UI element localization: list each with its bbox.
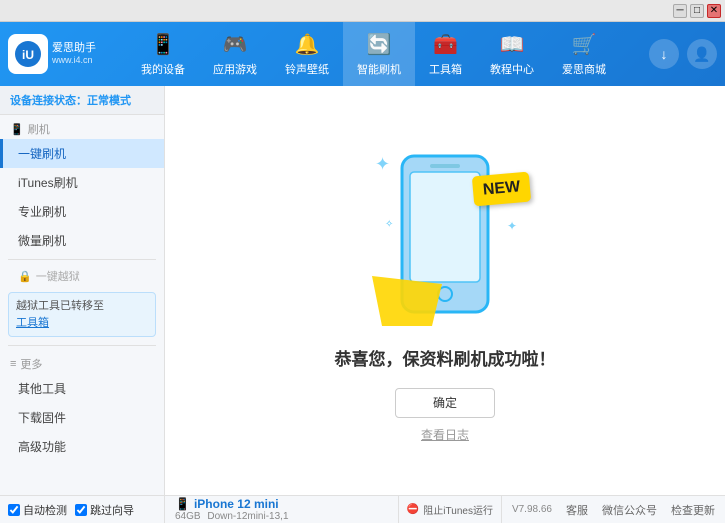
sidebar-divider-2: [8, 345, 156, 346]
sidebar-item-pro-flash[interactable]: 专业刷机: [0, 197, 164, 226]
confirm-button[interactable]: 确定: [395, 388, 495, 418]
nav-app-game[interactable]: 🎮 应用游戏: [199, 22, 271, 86]
sidebar-item-advanced[interactable]: 高级功能: [0, 432, 164, 461]
sidebar-item-micro-flash[interactable]: 微量刷机: [0, 226, 164, 255]
sparkle-2: ✦: [507, 219, 517, 233]
device-icon: 📱: [175, 497, 190, 511]
flash-section: 📱 刷机: [0, 115, 164, 139]
flash-icon: 🔄: [367, 32, 392, 57]
sidebar-item-download-fw[interactable]: 下载固件: [0, 403, 164, 432]
ringtone-icon: 🔔: [295, 32, 320, 57]
support-link[interactable]: 客服: [566, 502, 588, 518]
logo-icon: iU: [8, 34, 48, 74]
game-icon: 🎮: [223, 32, 248, 57]
ribbon: [367, 276, 447, 329]
sidebar-locked-jailbreak: 🔒 一键越狱: [0, 264, 164, 288]
maximize-button[interactable]: □: [690, 4, 704, 18]
store-icon: 🛒: [572, 32, 597, 57]
log-link[interactable]: 查看日志: [421, 426, 469, 443]
wechat-link[interactable]: 微信公众号: [602, 502, 657, 518]
nav-store[interactable]: 🛒 爱思商城: [548, 22, 620, 86]
sidebar: 设备连接状态：正常模式 📱 刷机 一键刷机 iTunes刷机 专业刷机 微量刷机…: [0, 86, 165, 495]
main-area: 设备连接状态：正常模式 📱 刷机 一键刷机 iTunes刷机 专业刷机 微量刷机…: [0, 86, 725, 495]
success-text: 恭喜您，保资料刷机成功啦！: [335, 345, 556, 370]
close-button[interactable]: ✕: [707, 4, 721, 18]
tutorial-icon: 📖: [500, 32, 525, 57]
nav-items: 📱 我的设备 🎮 应用游戏 🔔 铃声壁纸 🔄 智能刷机 🧰 工具箱 📖 教程中心…: [98, 22, 649, 86]
sidebar-divider-1: [8, 259, 156, 260]
nav-ringtone[interactable]: 🔔 铃声壁纸: [271, 22, 343, 86]
device-info: 📱 iPhone 12 mini 64GB Down-12mini-13,1: [165, 496, 399, 523]
version-label: V7.98.66: [512, 504, 552, 515]
sparkle-1: ✦: [375, 154, 390, 175]
phone-small-icon: 📱: [10, 123, 24, 136]
nav-toolbox[interactable]: 🧰 工具箱: [415, 22, 476, 86]
sidebar-item-other-tools[interactable]: 其他工具: [0, 374, 164, 403]
nav-right: ↓ 👤: [649, 39, 717, 69]
svg-text:iU: iU: [22, 48, 34, 62]
topbar: iU 爱思助手 www.i4.cn 📱 我的设备 🎮 应用游戏 🔔 铃声壁纸 🔄…: [0, 22, 725, 86]
auto-connect-checkbox[interactable]: 自动检测: [8, 502, 67, 518]
main-content: ✦ ✦ ✧ NEW: [165, 86, 725, 495]
lock-icon: 🔒: [18, 270, 32, 283]
nav-smart-flash[interactable]: 🔄 智能刷机: [343, 22, 415, 86]
new-badge: NEW: [471, 171, 531, 206]
title-bar: ─ □ ✕: [0, 0, 725, 22]
nav-my-device[interactable]: 📱 我的设备: [127, 22, 199, 86]
minimize-button[interactable]: ─: [673, 4, 687, 18]
check-update-link[interactable]: 检查更新: [671, 502, 715, 518]
download-button[interactable]: ↓: [649, 39, 679, 69]
jailbreak-note: 越狱工具已转移至 工具箱: [8, 292, 156, 337]
phone-icon: 📱: [151, 32, 176, 57]
skip-wizard-input[interactable]: [75, 504, 87, 516]
logo: iU 爱思助手 www.i4.cn: [8, 34, 98, 74]
bottom-bar: 自动检测 跳过向导 📱 iPhone 12 mini 64GB Down-12m…: [0, 495, 725, 523]
skip-wizard-checkbox[interactable]: 跳过向导: [75, 502, 134, 518]
itunes-note: ⛔ 阻止iTunes运行: [399, 496, 502, 523]
ribbon-svg: [367, 276, 447, 326]
user-button[interactable]: 👤: [687, 39, 717, 69]
bottom-right: V7.98.66 客服 微信公众号 检查更新: [502, 502, 725, 518]
sidebar-item-itunes-flash[interactable]: iTunes刷机: [0, 168, 164, 197]
toolbox-icon: 🧰: [433, 32, 458, 57]
nav-tutorial[interactable]: 📖 教程中心: [476, 22, 548, 86]
logo-text: 爱思助手 www.i4.cn: [52, 41, 96, 67]
bottom-left: 自动检测 跳过向导: [0, 496, 165, 523]
stop-icon: ⛔: [407, 504, 419, 515]
phone-illustration: ✦ ✦ ✧ NEW: [355, 139, 535, 329]
more-icon: ≡: [10, 358, 16, 370]
sidebar-item-one-key-flash[interactable]: 一键刷机: [0, 139, 164, 168]
device-status: 设备连接状态：正常模式: [0, 86, 164, 115]
sparkle-3: ✧: [385, 219, 393, 230]
more-section: ≡ 更多: [0, 350, 164, 374]
auto-connect-input[interactable]: [8, 504, 20, 516]
